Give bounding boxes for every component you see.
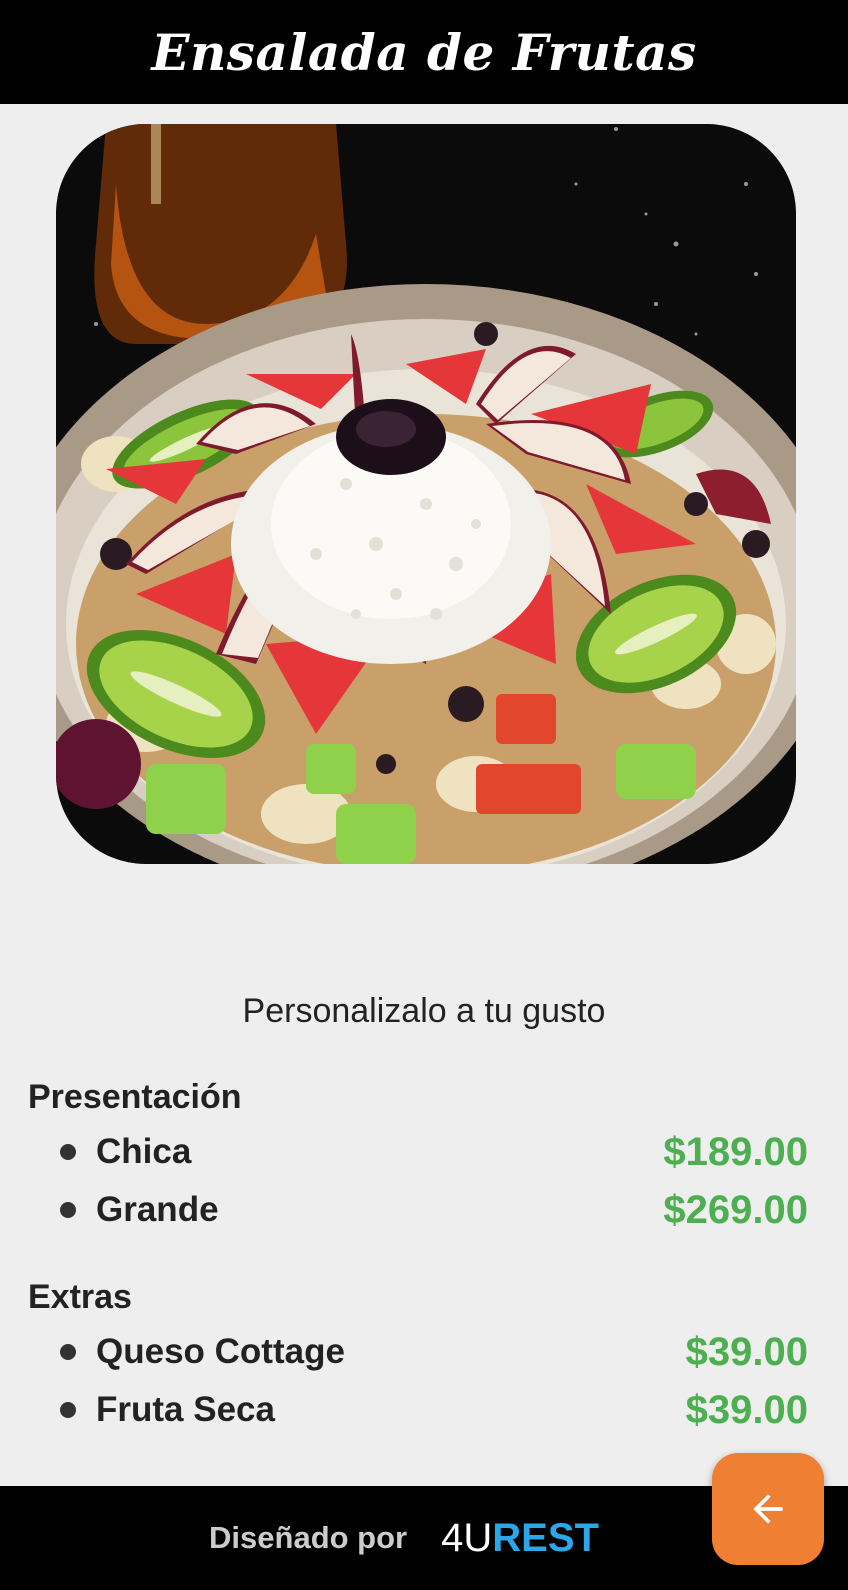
item-name: Fruta Seca [96, 1390, 275, 1429]
item-price: $269.00 [663, 1187, 808, 1232]
brand-logo[interactable]: 4UREST [441, 1516, 599, 1561]
bullet-icon [60, 1344, 76, 1360]
customize-subtitle: Personalizalo a tu gusto [242, 992, 606, 1030]
item-price: $189.00 [663, 1129, 808, 1174]
bullet-icon [60, 1144, 76, 1160]
brand-prefix: 4U [441, 1515, 493, 1560]
designed-by-label: Diseñado por [209, 1520, 408, 1555]
back-button[interactable] [712, 1453, 824, 1565]
list-item[interactable]: Fruta Seca $39.00 [60, 1388, 808, 1432]
item-name: Chica [96, 1132, 192, 1171]
bullet-icon [60, 1402, 76, 1418]
arrow-back-icon [753, 1494, 783, 1524]
dish-photo [56, 124, 796, 864]
item-price: $39.00 [685, 1329, 808, 1374]
section-title-presentation: Presentación [28, 1078, 242, 1116]
page-title: Ensalada de Frutas [151, 22, 697, 82]
item-name: Grande [96, 1190, 219, 1229]
list-item[interactable]: Queso Cottage $39.00 [60, 1330, 808, 1374]
item-name: Queso Cottage [96, 1332, 345, 1371]
bullet-icon [60, 1202, 76, 1218]
app-bar: Ensalada de Frutas [0, 0, 848, 104]
item-price: $39.00 [685, 1387, 808, 1432]
list-item[interactable]: Chica $189.00 [60, 1130, 808, 1174]
list-item[interactable]: Grande $269.00 [60, 1188, 808, 1232]
brand-suffix: REST [492, 1515, 599, 1560]
section-title-extras: Extras [28, 1278, 132, 1316]
